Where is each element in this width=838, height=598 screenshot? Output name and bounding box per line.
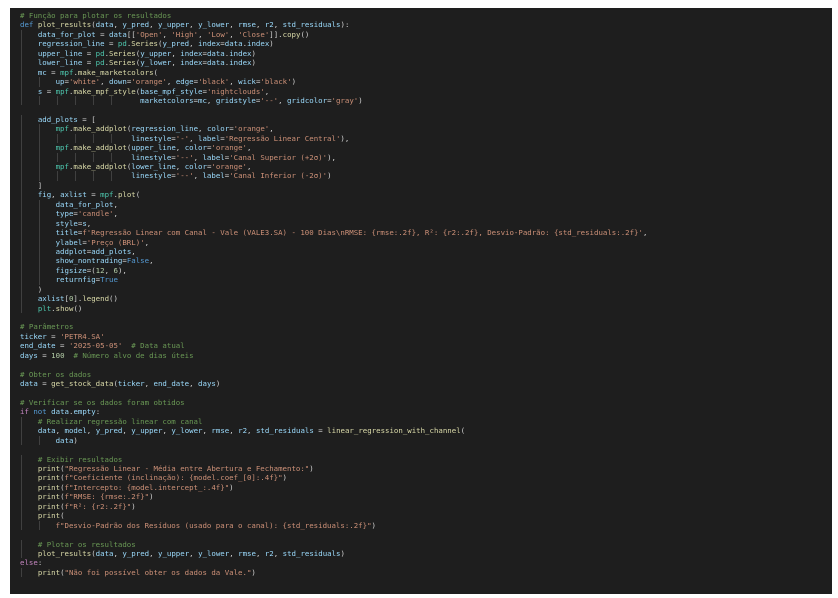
code-line[interactable]: fig, axlist = mpf.plot( bbox=[20, 190, 832, 200]
code-line[interactable]: mpf.make_addplot(upper_line, color='oran… bbox=[20, 143, 832, 153]
code-line[interactable]: add_plots = [ bbox=[20, 114, 832, 125]
code-line[interactable]: data_for_plot, bbox=[20, 199, 832, 210]
code-line[interactable]: linestyle='--', label='Canal Superior (+… bbox=[20, 152, 832, 162]
code-line[interactable]: ] bbox=[20, 180, 832, 191]
code-line[interactable]: # Parâmetros bbox=[20, 322, 832, 331]
code-line[interactable]: # Exibir resultados bbox=[20, 454, 832, 464]
code-editor[interactable]: # Função para plotar os resultados def pl… bbox=[10, 8, 832, 594]
code-line[interactable]: style=s, bbox=[20, 218, 832, 229]
code-line[interactable]: # Obter os dados bbox=[20, 370, 832, 379]
code-line[interactable] bbox=[20, 313, 832, 322]
code-line[interactable]: linestyle='--', label='Canal Inferior (-… bbox=[20, 171, 832, 181]
code-line[interactable]: upper_line = pd.Series(y_upper, index=da… bbox=[20, 48, 832, 59]
code-area[interactable]: # Função para plotar os resultados def pl… bbox=[20, 11, 832, 578]
code-line[interactable]: show_nontrading=False, bbox=[20, 256, 832, 266]
code-line[interactable]: regression_line = pd.Series(y_pred, inde… bbox=[20, 39, 832, 49]
code-line[interactable]: s = mpf.make_mpf_style(base_mpf_style='n… bbox=[20, 86, 832, 96]
code-line[interactable]: plot_results(data, y_pred, y_upper, y_lo… bbox=[20, 548, 832, 559]
code-line[interactable]: f"Desvio-Padrão dos Resíduos (usado para… bbox=[20, 520, 832, 531]
code-line[interactable]: type='candle', bbox=[20, 209, 832, 219]
code-line[interactable]: # Verificar se os dados foram obtidos bbox=[20, 398, 832, 407]
code-line[interactable]: end_date = '2025-05-05' # Data atual bbox=[20, 341, 832, 350]
code-line[interactable]: marketcolors=mc, gridstyle='--', gridcol… bbox=[20, 95, 832, 106]
code-line[interactable] bbox=[20, 105, 832, 114]
code-line[interactable]: figsize=(12, 6), bbox=[20, 265, 832, 276]
code-line[interactable]: mpf.make_addplot(lower_line, color='oran… bbox=[20, 162, 832, 172]
code-line[interactable]: data_for_plot = data[['Open', 'High', 'L… bbox=[20, 29, 832, 40]
code-line[interactable]: ylabel='Preço (BRL)', bbox=[20, 237, 832, 247]
code-line[interactable]: data = get_stock_data(ticker, end_date, … bbox=[20, 379, 832, 388]
code-line[interactable]: ticker = 'PETR4.SA' bbox=[20, 332, 832, 341]
code-line[interactable]: # Plotar os resultados bbox=[20, 539, 832, 549]
code-line[interactable]: linestyle='-', label='Regressão Linear C… bbox=[20, 133, 832, 144]
code-line[interactable]: addplot=add_plots, bbox=[20, 246, 832, 257]
code-line[interactable]: ) bbox=[20, 284, 832, 295]
code-line[interactable]: up='white', down='orange', edge='black',… bbox=[20, 77, 832, 87]
code-line[interactable]: print("Não foi possível obter os dados d… bbox=[20, 567, 832, 578]
code-line[interactable]: print(f"Intercepto: {model.intercept_:.4… bbox=[20, 482, 832, 493]
code-line[interactable]: title=f'Regressão Linear com Canal - Val… bbox=[20, 228, 832, 238]
code-line[interactable]: print(f"R²: {r2:.2f}") bbox=[20, 501, 832, 512]
code-line[interactable]: # Realizar regressão linear com canal bbox=[20, 416, 832, 427]
code-line[interactable]: mpf.make_addplot(regression_line, color=… bbox=[20, 124, 832, 134]
code-line[interactable] bbox=[20, 360, 832, 369]
code-line[interactable] bbox=[20, 445, 832, 454]
code-line[interactable]: mc = mpf.make_marketcolors( bbox=[20, 67, 832, 78]
code-line[interactable]: else: bbox=[20, 558, 832, 567]
code-line[interactable]: print("Regressão Linear - Média entre Ab… bbox=[20, 464, 832, 474]
code-line[interactable]: lower_line = pd.Series(y_lower, index=da… bbox=[20, 58, 832, 68]
code-line[interactable]: if not data.empty: bbox=[20, 407, 832, 416]
code-line[interactable]: data) bbox=[20, 435, 832, 446]
code-line[interactable]: data, model, y_pred, y_upper, y_lower, r… bbox=[20, 426, 832, 436]
code-line[interactable]: def plot_results(data, y_pred, y_upper, … bbox=[20, 20, 832, 29]
code-line[interactable]: days = 100 # Número alvo de dias úteis bbox=[20, 351, 832, 360]
code-line[interactable]: plt.show() bbox=[20, 303, 832, 313]
code-line[interactable]: axlist[0].legend() bbox=[20, 294, 832, 304]
code-line[interactable] bbox=[20, 389, 832, 398]
code-line[interactable]: print( bbox=[20, 511, 832, 521]
code-line[interactable]: # Função para plotar os resultados bbox=[20, 11, 832, 20]
code-line[interactable]: print(f"Coeficiente (inclinação): {model… bbox=[20, 473, 832, 483]
code-line[interactable]: print(f"RMSE: {rmse:.2f}") bbox=[20, 492, 832, 502]
code-line[interactable] bbox=[20, 530, 832, 539]
code-line[interactable]: returnfig=True bbox=[20, 275, 832, 285]
